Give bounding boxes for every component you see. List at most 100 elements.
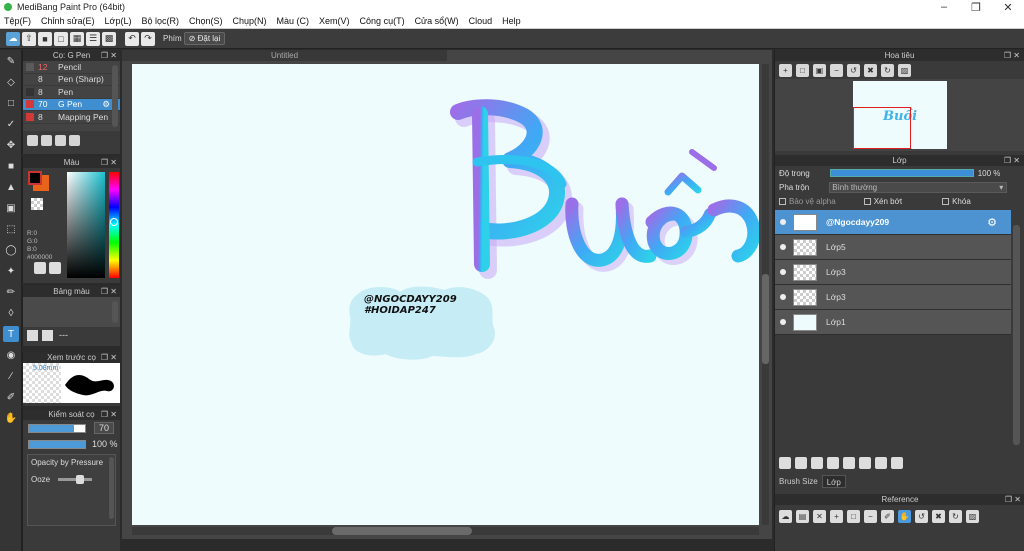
brush-opacity-slider[interactable] <box>28 439 86 449</box>
zoom-fit-icon[interactable]: □ <box>796 63 809 77</box>
magic-wand-tool-icon[interactable]: ✦ <box>3 263 19 279</box>
visibility-icon[interactable] <box>780 294 786 300</box>
chat-icon[interactable]: □ <box>54 31 68 46</box>
transparent-color-swatch[interactable] <box>31 198 43 210</box>
zoom-out-icon[interactable]: − <box>864 509 877 523</box>
lock-checkbox[interactable] <box>942 197 950 205</box>
layer-item-lop3-b[interactable]: Lớp3 <box>775 285 1011 310</box>
navigator-view[interactable]: Buồi <box>775 79 1024 151</box>
brush-item-mapping-pen[interactable]: 8 Mapping Pen <box>23 111 120 124</box>
menu-tools[interactable]: Công cụ(T) <box>360 16 405 26</box>
panel-close-icon[interactable]: ❐ ✕ <box>101 352 117 363</box>
operation-tool-icon[interactable]: ◉ <box>3 347 19 363</box>
menu-color[interactable]: Màu (C) <box>277 16 310 26</box>
hand-tool-icon[interactable]: ✋ <box>3 410 19 426</box>
minimize-button[interactable]: – <box>928 1 960 14</box>
rotate-left-icon[interactable]: ↺ <box>915 509 928 523</box>
zoom-in-icon[interactable]: + <box>779 63 792 77</box>
blend-select[interactable]: Bình thường ▾ <box>829 181 1008 193</box>
menu-edit[interactable]: Chỉnh sửa(E) <box>41 16 95 26</box>
duplicate-layer-icon[interactable] <box>859 457 871 469</box>
zoom-actual-icon[interactable]: ▣ <box>813 63 826 77</box>
canvas-vertical-scrollbar[interactable] <box>762 64 769 525</box>
tab-brush-size[interactable]: Brush Size <box>775 475 822 488</box>
brush-item-g-pen[interactable]: 70 G Pen ⚙ <box>23 98 120 111</box>
layer-scrollbar[interactable] <box>1013 225 1020 445</box>
undo-icon[interactable]: ↶ <box>125 31 139 46</box>
panel-close-icon[interactable]: ❐ ✕ <box>1005 494 1021 505</box>
grid-icon[interactable]: ▦ <box>70 31 84 46</box>
saturation-value-square[interactable] <box>67 172 105 278</box>
menu-filter[interactable]: Bộ lọc(R) <box>141 16 179 26</box>
menu-cloud[interactable]: Cloud <box>469 16 493 26</box>
reset-view-icon[interactable]: ▨ <box>898 63 911 77</box>
new-1bit-layer-icon[interactable] <box>827 457 839 469</box>
move-tool-icon[interactable]: ✥ <box>3 137 19 153</box>
close-reference-icon[interactable]: ✕ <box>813 509 826 523</box>
flip-icon[interactable]: ✖ <box>932 509 945 523</box>
visibility-icon[interactable] <box>780 219 786 225</box>
brush-add-icon[interactable] <box>41 134 52 146</box>
new-palette-icon[interactable] <box>27 329 38 341</box>
brush-copy-icon[interactable] <box>69 134 80 146</box>
divide-tool-icon[interactable]: ∕ <box>3 368 19 384</box>
bucket-tool-icon[interactable]: ▲ <box>3 179 19 195</box>
eyedropper-tool-icon[interactable]: ✐ <box>3 389 19 405</box>
brush-options-scrollbar[interactable] <box>109 457 114 519</box>
text-tool-icon[interactable]: T <box>3 326 19 342</box>
delete-palette-icon[interactable] <box>42 329 53 341</box>
list-icon[interactable]: ☰ <box>86 31 100 46</box>
select-eraser-tool-icon[interactable]: ◊ <box>3 305 19 321</box>
select-pen-tool-icon[interactable]: ✏ <box>3 284 19 300</box>
hue-handle[interactable] <box>110 218 118 226</box>
layer-item-lop1[interactable]: Lớp1 <box>775 310 1011 335</box>
new-layer-icon[interactable] <box>779 457 791 469</box>
navigator-view-rect[interactable] <box>853 107 911 149</box>
hand-icon[interactable]: ✋ <box>898 509 911 523</box>
panel-close-icon[interactable]: ❐ ✕ <box>1004 155 1020 166</box>
menu-view[interactable]: Xem(V) <box>319 16 350 26</box>
gear-icon[interactable]: ⚙ <box>102 99 110 110</box>
maximize-button[interactable]: ❐ <box>960 1 992 14</box>
panel-close-icon[interactable]: ❐ ✕ <box>101 286 117 297</box>
flip-icon[interactable]: ✖ <box>864 63 877 77</box>
new-halftone-layer-icon[interactable] <box>795 457 807 469</box>
brush-settings-icon[interactable] <box>55 134 66 146</box>
layer-item-lop3-a[interactable]: Lớp3 <box>775 260 1011 285</box>
rotate-right-icon[interactable]: ↻ <box>881 63 894 77</box>
menu-file[interactable]: Tệp(F) <box>4 16 31 26</box>
reset-view-icon[interactable]: ▨ <box>966 509 979 523</box>
menu-window[interactable]: Cửa sổ(W) <box>415 16 459 26</box>
visibility-icon[interactable] <box>780 244 786 250</box>
new-folder-icon[interactable] <box>843 457 855 469</box>
horizontal-scroll-thumb[interactable] <box>332 527 472 535</box>
eraser-tool-icon[interactable]: ◇ <box>3 74 19 90</box>
brush-cloud-icon[interactable] <box>27 134 38 146</box>
zoom-fit-icon[interactable]: □ <box>847 509 860 523</box>
gear-icon[interactable]: ⚙ <box>987 216 997 229</box>
cloud-download-icon[interactable]: ☁ <box>779 509 792 523</box>
shape-tool-icon[interactable]: □ <box>3 95 19 111</box>
zoom-in-icon[interactable]: + <box>830 509 843 523</box>
cloud-icon[interactable]: ☁ <box>6 31 20 46</box>
rotate-left-icon[interactable]: ↺ <box>847 63 860 77</box>
layout-icon[interactable]: ▩ <box>102 31 116 46</box>
document-tab[interactable]: Untitled <box>122 50 447 61</box>
visibility-icon[interactable] <box>780 269 786 275</box>
open-folder-icon[interactable]: ▤ <box>796 509 809 523</box>
protect-alpha-checkbox[interactable] <box>779 197 786 205</box>
merge-down-icon[interactable] <box>875 457 887 469</box>
brush-size-slider[interactable] <box>28 423 86 433</box>
new-8bit-layer-icon[interactable] <box>811 457 823 469</box>
reset-button[interactable]: ⊘ Đặt lại <box>183 32 226 45</box>
ooze-slider[interactable] <box>58 475 93 484</box>
share-icon[interactable]: ⇧ <box>22 31 36 46</box>
speech-bubble-icon[interactable]: ■ <box>38 31 52 46</box>
delete-layer-icon[interactable] <box>891 457 903 469</box>
panel-close-icon[interactable]: ❐ ✕ <box>1004 50 1020 61</box>
vertical-scroll-thumb[interactable] <box>762 274 769 364</box>
dot-pen-tool-icon[interactable]: ✓ <box>3 116 19 132</box>
brush-size-value[interactable]: 70 <box>94 422 115 434</box>
palette-wheel-icon[interactable] <box>34 262 46 274</box>
ooze-handle[interactable] <box>76 475 85 484</box>
